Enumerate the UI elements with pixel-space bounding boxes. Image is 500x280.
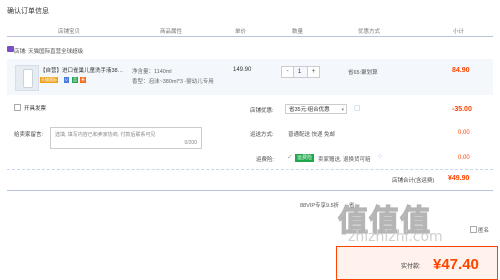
insurance-badge: 运费险 <box>295 154 315 162</box>
store-row[interactable]: 店铺: 天猫国际直营全球超级 <box>14 47 83 55</box>
store-promo-select[interactable]: 省35元:组合优惠 <box>285 104 347 115</box>
col-header-qty: 数量 <box>292 29 304 35</box>
tag-tmall-intl: 天猫国际 <box>40 77 58 83</box>
store-promo-amount: -35.00 <box>452 106 472 113</box>
message-textarea[interactable]: 选填, 填写内容已和卖家协商, 付款后联系可见 0/200 <box>50 127 202 149</box>
store-icon <box>7 46 14 52</box>
store-label: 店铺: <box>14 49 27 55</box>
shipping-label: 运送方式: <box>250 132 274 138</box>
qty-input[interactable]: 1 <box>292 66 307 78</box>
store-name[interactable]: 天猫国际直营全球超级 <box>28 49 83 55</box>
insurance-info-icon[interactable]: ○ <box>378 153 382 160</box>
product-thumbnail[interactable] <box>15 65 39 91</box>
product-title[interactable]: 【自营】进口雀巢儿童洗手液38… <box>40 66 123 74</box>
insurance-label: 运费险: <box>256 157 275 163</box>
store-promo-label: 店铺优惠: <box>250 108 274 114</box>
qty-plus-button[interactable]: + <box>307 66 320 78</box>
message-label: 给卖家留言: <box>14 132 44 138</box>
invoice-label: 开具发票 <box>24 106 47 112</box>
tag-coupon: 券 <box>80 77 86 83</box>
tag-vip: V <box>64 77 69 83</box>
payment-summary-box: 实付款: ¥47.40 <box>336 246 498 280</box>
page-title: 确认订单信息 <box>7 8 49 15</box>
unit-price: 149.90 <box>233 67 252 73</box>
anonymous-checkbox[interactable] <box>470 226 477 233</box>
tag-quality: 品 <box>72 77 78 83</box>
pay-amount: ¥47.40 <box>433 256 479 273</box>
promo-info-icon[interactable]: ▢ <box>354 104 361 112</box>
product-attr-scent: 香型：泡沫~380ml*3 -婴幼儿专用 <box>132 79 214 85</box>
store-promo-value: 省35元:组合优惠 <box>289 107 330 113</box>
item-promo[interactable]: 省65:聚划算 <box>348 68 378 76</box>
col-header-price: 单价 <box>235 29 247 35</box>
vip-discount-text: 88VIP专享9.5折 <box>300 203 340 209</box>
product-attr-volume: 净含量：1140ml <box>132 69 172 75</box>
message-char-count: 0/200 <box>184 140 197 146</box>
shipping-amount: 0.00 <box>458 130 470 136</box>
store-total-label: 店铺合计(含运费) <box>392 178 435 184</box>
insurance-amount: 0.00 <box>458 155 470 161</box>
watermark-url: zhizhizhi.com <box>348 229 443 245</box>
summary-divider <box>7 169 493 170</box>
col-header-attrs: 商品属性 <box>160 29 183 35</box>
pay-label: 实付款: <box>401 264 421 270</box>
section-divider <box>7 190 493 191</box>
message-placeholder: 选填, 填写内容已和卖家协商, 付款后联系可见 <box>55 132 156 138</box>
store-total-amount: ¥49.90 <box>448 175 470 182</box>
item-subtotal: 84.90 <box>452 67 470 74</box>
header-divider <box>7 36 493 37</box>
col-header-promo: 优惠方式 <box>358 29 381 35</box>
insurance-text: 卖家赠送, 退换货可赔 <box>318 157 371 163</box>
col-header-shop: 店铺宝贝 <box>58 29 81 35</box>
insurance-check-icon[interactable]: ✓ <box>287 153 293 161</box>
anonymous-label: 匿名 <box>478 228 490 234</box>
invoice-checkbox[interactable] <box>14 104 21 111</box>
col-header-subtotal: 小计 <box>453 29 465 35</box>
shipping-method[interactable]: 普通配送 快递 免邮 <box>288 130 335 138</box>
